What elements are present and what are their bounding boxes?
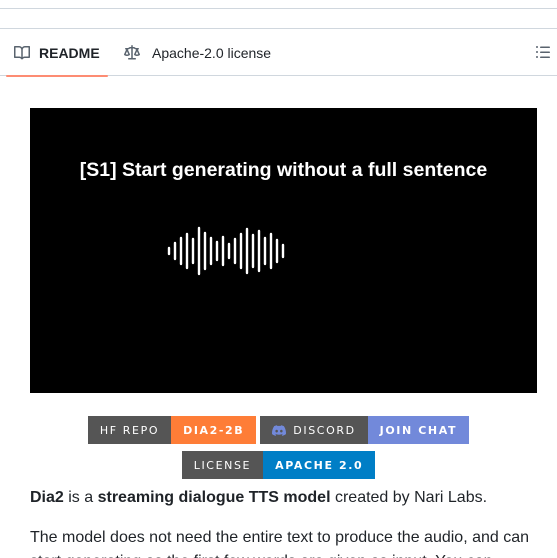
model-description: streaming dialogue TTS model — [97, 489, 331, 506]
intro-text-a: is a — [63, 489, 98, 506]
readme-streaming-paragraph: The model does not need the entire text … — [30, 529, 530, 558]
tab-license-label: Apache-2.0 license — [152, 44, 272, 61]
license-badge-value: APACHE 2.0 — [263, 451, 376, 479]
top-strip — [0, 0, 557, 9]
model-name: Dia2 — [30, 489, 64, 506]
waveform-icon — [167, 226, 285, 276]
list-icon[interactable] — [535, 44, 551, 60]
hf-repo-badge-value: DIA2-2B — [171, 416, 257, 444]
discord-badge-label: DISCORD — [293, 423, 356, 437]
tab-readme[interactable]: README — [6, 29, 108, 77]
discord-badge-value: JOIN CHAT — [367, 416, 470, 444]
book-icon — [14, 45, 30, 61]
license-badge-label: LICENSE — [181, 451, 264, 479]
video-caption: [S1] Start generating without a full sen… — [79, 159, 488, 181]
scale-icon — [124, 44, 140, 61]
discord-icon — [272, 424, 287, 436]
tab-license[interactable]: Apache-2.0 license — [116, 29, 279, 76]
readme-intro-paragraph: Dia2 is a streaming dialogue TTS model c… — [30, 486, 535, 510]
license-badge[interactable]: LICENSE APACHE 2.0 — [181, 451, 376, 479]
badge-row-1: HF REPO DIA2-2B DISCORD JOIN CHAT — [0, 416, 557, 444]
tab-readme-label: README — [39, 44, 100, 61]
intro-text-b: created by Nari Labs. — [330, 489, 488, 506]
badge-row-2: LICENSE APACHE 2.0 — [0, 451, 557, 479]
readme-tab-bar: README Apache-2.0 license — [0, 28, 557, 77]
discord-badge-label-box: DISCORD — [260, 416, 368, 444]
hf-repo-badge-label: HF REPO — [87, 416, 172, 444]
discord-badge[interactable]: DISCORD JOIN CHAT — [260, 416, 470, 444]
hf-repo-badge[interactable]: HF REPO DIA2-2B — [87, 416, 257, 444]
demo-video[interactable]: [S1] Start generating without a full sen… — [30, 108, 537, 393]
